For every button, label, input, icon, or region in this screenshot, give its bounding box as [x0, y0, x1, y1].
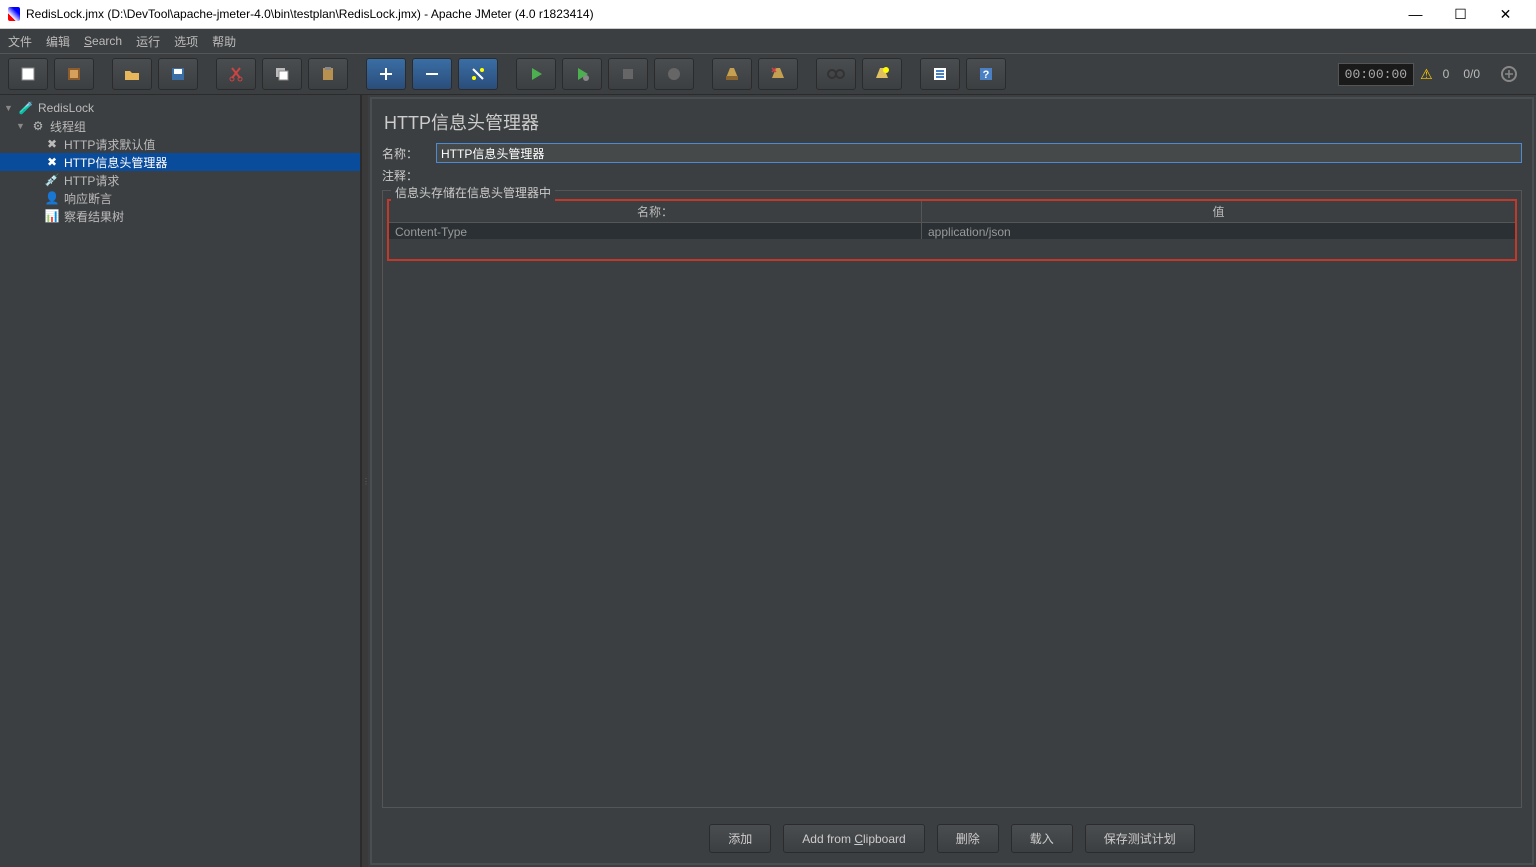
add-button[interactable]: 添加 [709, 824, 771, 853]
templates-button[interactable] [54, 58, 94, 90]
copy-button[interactable] [262, 58, 302, 90]
paste-button[interactable] [308, 58, 348, 90]
elapsed-timer: 00:00:00 [1338, 63, 1414, 86]
minimize-button[interactable]: — [1393, 2, 1438, 26]
header-name-cell[interactable]: Content-Type [389, 223, 922, 239]
test-plan-tree: ▼ 🧪 RedisLock ▼ ⚙ 线程组 ✖ HTTP请求默认值 ✖ HTTP… [0, 95, 361, 867]
comment-row: 注释： [372, 165, 1532, 186]
tree-item-header-manager[interactable]: ✖ HTTP信息头管理器 [0, 153, 360, 171]
clear-all-button[interactable] [758, 58, 798, 90]
assertion-icon: 👤 [44, 191, 60, 205]
stop-button[interactable] [608, 58, 648, 90]
tree-thread-group[interactable]: ▼ ⚙ 线程组 [0, 117, 360, 135]
name-input[interactable] [436, 143, 1522, 163]
menu-search[interactable]: Search [84, 34, 122, 48]
header-value-cell[interactable]: application/json [922, 223, 1515, 239]
cut-button[interactable] [216, 58, 256, 90]
window-title-bar: RedisLock.jmx (D:\DevTool\apache-jmeter-… [0, 0, 1536, 29]
col-value-header[interactable]: 值 [922, 201, 1515, 222]
table-header: 名称： 值 [389, 201, 1515, 223]
help-button[interactable]: ? [966, 58, 1006, 90]
window-controls: — ☐ ✕ [1393, 2, 1528, 26]
menu-file[interactable]: 文件 [8, 33, 32, 50]
gear-icon: ⚙ [30, 119, 46, 133]
tree-item-results-tree[interactable]: 📊 察看结果树 [0, 207, 360, 225]
toggle-button[interactable] [458, 58, 498, 90]
tree-item-label: HTTP信息头管理器 [64, 154, 167, 171]
start-no-timers-button[interactable] [562, 58, 602, 90]
search-button[interactable] [816, 58, 856, 90]
maximize-button[interactable]: ☐ [1438, 2, 1483, 26]
tree-item-http-request[interactable]: 💉 HTTP请求 [0, 171, 360, 189]
expand-collapse-icon[interactable] [1490, 59, 1528, 89]
name-row: 名称： [372, 141, 1532, 165]
warning-count: 0 [1443, 67, 1450, 81]
tree-root[interactable]: ▼ 🧪 RedisLock [0, 99, 360, 117]
expand-arrow-icon[interactable]: ▼ [16, 121, 26, 131]
tree-item-label: 察看结果树 [64, 208, 124, 225]
dropper-icon: 💉 [44, 173, 60, 187]
svg-text:?: ? [983, 69, 990, 81]
headers-table[interactable]: 名称： 值 Content-Type application/json [387, 199, 1517, 261]
load-button[interactable]: 载入 [1011, 824, 1073, 853]
menu-help[interactable]: 帮助 [212, 33, 236, 50]
testplan-icon: 🧪 [18, 101, 34, 115]
delete-button[interactable]: 删除 [937, 824, 999, 853]
chart-icon: 📊 [44, 209, 60, 223]
tree-thread-group-label: 线程组 [50, 118, 86, 135]
open-button[interactable] [112, 58, 152, 90]
menu-edit[interactable]: 编辑 [46, 33, 70, 50]
menu-options[interactable]: 选项 [174, 33, 198, 50]
add-from-clipboard-button[interactable]: Add from Clipboard [783, 824, 924, 853]
tree-item-label: 响应断言 [64, 190, 112, 207]
editor-panel: HTTP信息头管理器 名称： 注释： 信息头存储在信息头管理器中 名称： 值 C… [370, 97, 1534, 865]
panel-title: HTTP信息头管理器 [372, 99, 1532, 141]
clear-button[interactable] [712, 58, 752, 90]
jmeter-app-icon [8, 7, 20, 21]
collapse-button[interactable] [412, 58, 452, 90]
tree-item-http-defaults[interactable]: ✖ HTTP请求默认值 [0, 135, 360, 153]
table-row[interactable]: Content-Type application/json [389, 223, 1515, 239]
menu-run[interactable]: 运行 [136, 33, 160, 50]
expand-button[interactable] [366, 58, 406, 90]
new-button[interactable] [8, 58, 48, 90]
close-button[interactable]: ✕ [1483, 2, 1528, 26]
window-title: RedisLock.jmx (D:\DevTool\apache-jmeter-… [26, 7, 1393, 21]
thread-count: 0/0 [1463, 67, 1480, 81]
save-testplan-button[interactable]: 保存测试计划 [1085, 824, 1195, 853]
reset-search-button[interactable] [862, 58, 902, 90]
toolbar: ? 00:00:00 ⚠ 0 0/0 [0, 53, 1536, 95]
name-label: 名称： [382, 145, 428, 162]
splitter-handle[interactable]: ⋮ [361, 95, 368, 867]
expand-arrow-icon[interactable]: ▼ [4, 103, 14, 113]
warning-icon[interactable]: ⚠ [1420, 66, 1433, 83]
menu-bar: 文件 编辑 Search 运行 选项 帮助 [0, 29, 1536, 53]
button-bar: 添加 Add from Clipboard 删除 载入 保存测试计划 [372, 814, 1532, 863]
save-button[interactable] [158, 58, 198, 90]
wrench-icon: ✖ [44, 137, 60, 151]
start-button[interactable] [516, 58, 556, 90]
headers-fieldset: 信息头存储在信息头管理器中 名称： 值 Content-Type applica… [382, 190, 1522, 808]
comment-label: 注释： [382, 167, 428, 184]
col-name-header[interactable]: 名称： [389, 201, 922, 222]
tree-root-label: RedisLock [38, 101, 94, 115]
shutdown-button[interactable] [654, 58, 694, 90]
main-area: ▼ 🧪 RedisLock ▼ ⚙ 线程组 ✖ HTTP请求默认值 ✖ HTTP… [0, 95, 1536, 867]
tree-item-label: HTTP请求 [64, 172, 119, 189]
tree-item-assertion[interactable]: 👤 响应断言 [0, 189, 360, 207]
fieldset-legend: 信息头存储在信息头管理器中 [391, 184, 555, 201]
wrench-icon: ✖ [44, 155, 60, 169]
tree-item-label: HTTP请求默认值 [64, 136, 155, 153]
function-helper-button[interactable] [920, 58, 960, 90]
